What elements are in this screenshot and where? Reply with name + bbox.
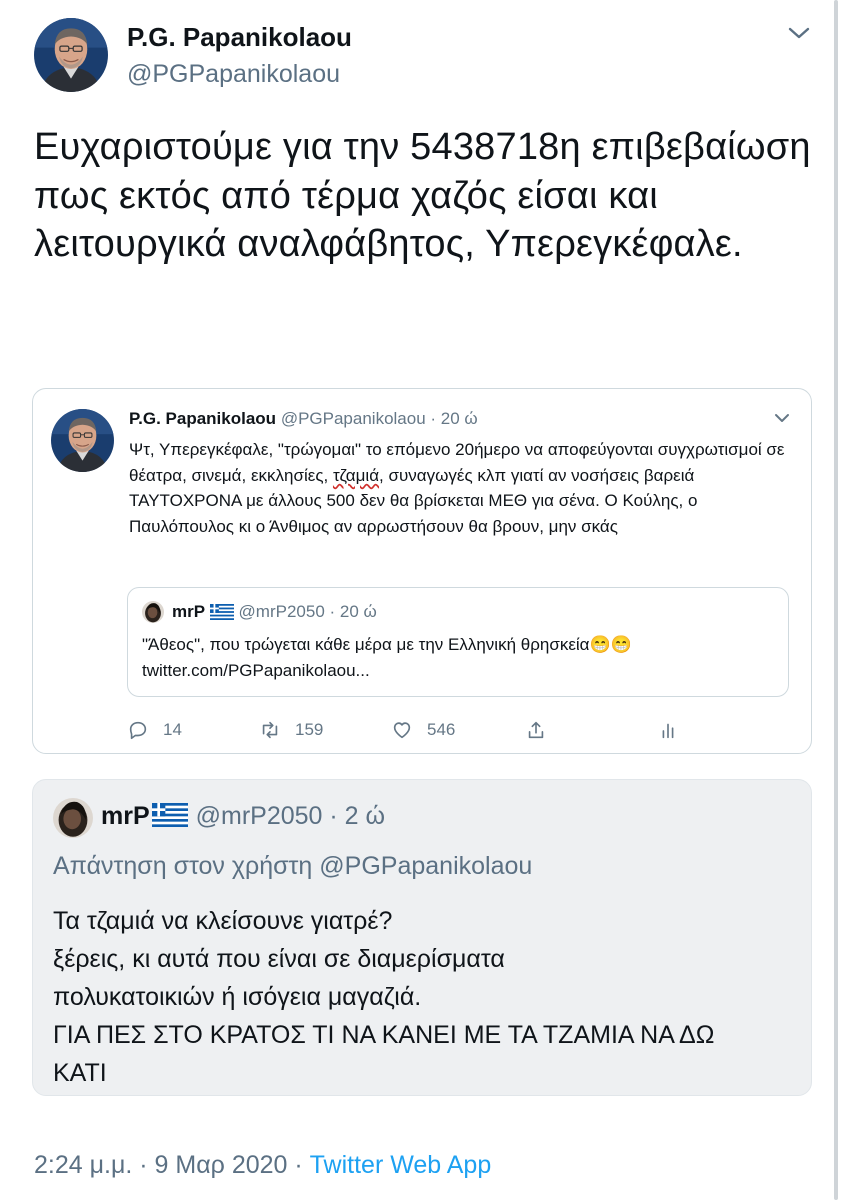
reply-time: · 2 ώ	[322, 802, 386, 830]
quoted-time: · 20 ώ	[324, 602, 377, 621]
reply-action: 14	[127, 719, 182, 741]
screenshot-quoted-tweet: mrP @mrP2050 · 20 ώ "Άθεος", που τρώγετα…	[127, 587, 789, 697]
reply-text-line: ΚΑΤΙ	[53, 1059, 107, 1087]
quoted-link: twitter.com/PGPapanikolaou...	[142, 660, 370, 680]
retweet-action: 159	[259, 719, 323, 741]
screenshot-author-name: P.G. Papanikolaou	[129, 409, 277, 428]
author-name[interactable]: P.G. Papanikolaou	[127, 22, 352, 53]
tweet-image[interactable]: P.G. Papanikolaou @PGPapanikolaou · 20 ώ…	[32, 388, 812, 754]
reply-text: Τα τζαμιά να κλείσουνε γιατρέ? ξέρεις, κ…	[53, 902, 793, 1092]
tweet-timestamp[interactable]: 2:24 μ.μ. · 9 Μαρ 2020 ·	[34, 1151, 310, 1179]
author-avatar[interactable]	[34, 18, 108, 92]
quoted-text-line: "Άθεος", που τρώγεται κάθε μέρα με την Ε…	[142, 635, 632, 654]
like-count: 546	[427, 720, 456, 739]
quoted-author-handle: @mrP2050	[238, 602, 325, 621]
reply-icon	[129, 721, 147, 740]
reply-text-line: ΓΙΑ ΠΕΣ ΣΤΟ ΚΡΑΤΟΣ ΤΙ ΝΑ ΚΑΝΕΙ ΜΕ ΤΑ ΤΖΑ…	[53, 1021, 715, 1049]
greek-flag-icon	[152, 803, 188, 827]
reply-text-line: Τα τζαμιά να κλείσουνε γιατρέ?	[53, 907, 393, 935]
quoted-header: mrP @mrP2050 · 20 ώ	[172, 602, 377, 622]
screenshot-tweet-text: Ψτ, Υπερεγκέφαλε, "τρώγομαι" το επόμενο …	[129, 437, 789, 539]
reply-text-line: πολυκατοικιών ή ισόγεια μαγαζιά.	[53, 983, 422, 1011]
quoted-author-avatar	[142, 601, 164, 623]
chevron-down-icon[interactable]	[786, 22, 812, 44]
quoted-author-name: mrP	[172, 602, 206, 621]
share-icon	[528, 721, 544, 739]
scrollbar[interactable]	[834, 0, 838, 1200]
replying-to-label: Απάντηση στον χρήστη @PGPapanikolaou	[53, 852, 533, 880]
screenshot-author-avatar	[51, 409, 114, 472]
heart-icon	[393, 722, 411, 739]
tweet-text: Ευχαριστούμε για την 5438718η επιβεβαίωσ…	[34, 126, 811, 265]
quoted-tweet-card[interactable]: mrP @mrP2050 · 2 ώ Απάντηση στον χρήστη @…	[32, 779, 812, 1096]
greek-flag-icon	[210, 604, 234, 620]
share-action	[525, 719, 561, 741]
reply-count: 14	[163, 720, 182, 739]
reply-header: mrP @mrP2050 · 2 ώ	[101, 802, 385, 831]
spellcheck-highlight: τζαμιά	[332, 465, 380, 485]
analytics-action	[657, 719, 693, 741]
chevron-down-icon	[775, 414, 789, 422]
quoted-text: "Άθεος", που τρώγεται κάθε μέρα με την Ε…	[142, 632, 782, 683]
retweet-count: 159	[295, 720, 324, 739]
tweet-metadata: 2:24 μ.μ. · 9 Μαρ 2020 · Twitter Web App	[34, 1151, 491, 1180]
author-handle[interactable]: @PGPapanikolaou	[127, 60, 340, 89]
reply-text-line: ξέρεις, κι αυτά που είναι σε διαμερίσματ…	[53, 945, 505, 973]
source-app-link[interactable]: Twitter Web App	[310, 1151, 492, 1179]
like-action: 546	[391, 719, 455, 741]
reply-author-handle[interactable]: @mrP2050	[196, 802, 323, 830]
analytics-icon	[662, 723, 674, 739]
screenshot-header: P.G. Papanikolaou @PGPapanikolaou · 20 ώ	[129, 409, 478, 429]
reply-author-avatar[interactable]	[53, 798, 93, 838]
reply-author-name[interactable]: mrP	[101, 802, 150, 830]
screenshot-time: · 20 ώ	[425, 409, 478, 428]
screenshot-author-handle: @PGPapanikolaou	[280, 409, 426, 428]
retweet-icon	[262, 721, 278, 739]
